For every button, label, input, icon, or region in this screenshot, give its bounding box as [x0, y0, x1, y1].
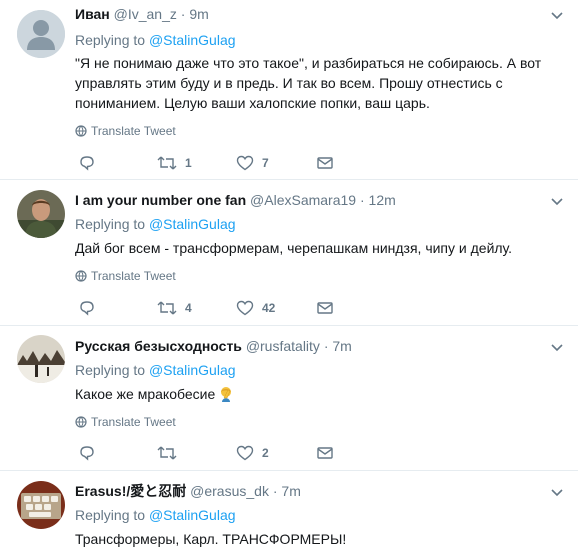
separator-dot: · — [323, 338, 329, 354]
display-name[interactable]: Erasus!/愛と忍耐 — [75, 483, 186, 499]
translate-tweet-link[interactable]: Translate Tweet — [75, 414, 176, 430]
like-count: 7 — [262, 156, 269, 170]
replying-to: Replying to @StalinGulag — [75, 505, 236, 525]
globe-icon — [75, 270, 87, 282]
tweet-header: Иван @Iv_an_z · 9m — [75, 4, 209, 24]
translate-label: Translate Tweet — [91, 269, 176, 283]
reply-icon — [80, 301, 94, 316]
display-name[interactable]: I am your number one fan — [75, 192, 246, 208]
avatar[interactable] — [17, 190, 65, 238]
retweet-count: 1 — [185, 156, 192, 170]
replying-to: Replying to @StalinGulag — [75, 30, 236, 50]
replying-to-label: Replying to — [75, 216, 146, 232]
translate-label: Translate Tweet — [91, 124, 176, 138]
tweet-text: Трансформеры, Карл. ТРАНСФОРМЕРЫ! — [75, 531, 347, 547]
heart-icon — [236, 155, 254, 171]
separator-dot: · — [180, 6, 186, 22]
tweet[interactable]: Иван @Iv_an_z · 9m Replying to @StalinGu… — [0, 0, 578, 180]
reply-mention-link[interactable]: @StalinGulag — [149, 507, 236, 523]
heart-icon — [236, 445, 254, 461]
retweet-icon — [157, 156, 177, 170]
avatar[interactable] — [17, 335, 65, 383]
tweet-text: Какое же мракобесие — [75, 384, 564, 404]
reply-mention-link[interactable]: @StalinGulag — [149, 216, 236, 232]
tweet[interactable]: Русская безысходность @rusfatality · 7m … — [0, 326, 578, 471]
like-button[interactable]: 42 — [236, 298, 275, 318]
facepalm-emoji — [221, 387, 232, 402]
tweet[interactable]: Erasus!/愛と忍耐 @erasus_dk · 7m Replying to… — [0, 471, 578, 555]
tweet-actions: 4 42 — [75, 298, 345, 318]
tweet-actions: 1 7 — [75, 153, 345, 173]
profile-photo — [17, 190, 65, 238]
like-button[interactable]: 7 — [236, 153, 269, 173]
like-count: 2 — [262, 446, 269, 460]
retweet-icon — [157, 446, 177, 460]
reply-button[interactable] — [78, 443, 96, 463]
reply-icon — [80, 446, 94, 461]
reply-button[interactable] — [78, 153, 96, 173]
user-handle[interactable]: @AlexSamara19 — [250, 192, 356, 208]
retweet-button[interactable] — [157, 443, 177, 463]
envelope-icon — [317, 302, 333, 314]
direct-message-button[interactable] — [317, 153, 333, 173]
tweet-actions: 2 — [75, 443, 345, 463]
envelope-icon — [317, 157, 333, 169]
display-name[interactable]: Русская безысходность — [75, 338, 242, 354]
display-name[interactable]: Иван — [75, 6, 110, 22]
retweet-count: 4 — [185, 301, 192, 315]
avatar[interactable] — [17, 481, 65, 529]
chevron-down-icon[interactable] — [550, 194, 564, 208]
retweet-button[interactable]: 1 — [157, 153, 192, 173]
avatar[interactable] — [17, 10, 65, 58]
profile-photo — [17, 335, 65, 383]
user-handle[interactable]: @erasus_dk — [190, 483, 269, 499]
chevron-down-icon[interactable] — [550, 8, 564, 22]
heart-icon — [236, 300, 254, 316]
chevron-down-icon[interactable] — [550, 485, 564, 499]
globe-icon — [75, 125, 87, 137]
tweet-header: Erasus!/愛と忍耐 @erasus_dk · 7m — [75, 481, 301, 501]
user-handle[interactable]: @rusfatality — [246, 338, 320, 354]
replying-to: Replying to @StalinGulag — [75, 360, 236, 380]
profile-photo — [17, 481, 65, 529]
like-button[interactable]: 2 — [236, 443, 269, 463]
translate-label: Translate Tweet — [91, 415, 176, 429]
tweet-text: "Я не понимаю даже что это такое", и раз… — [75, 55, 542, 111]
chevron-down-icon[interactable] — [550, 340, 564, 354]
reply-icon — [80, 156, 94, 171]
replying-to-label: Replying to — [75, 507, 146, 523]
retweet-button[interactable]: 4 — [157, 298, 192, 318]
tweet-header: Русская безысходность @rusfatality · 7m — [75, 336, 352, 356]
timestamp[interactable]: 9m — [189, 6, 208, 22]
globe-icon — [75, 416, 87, 428]
separator-dot: · — [359, 192, 365, 208]
envelope-icon — [317, 447, 333, 459]
reply-button[interactable] — [78, 298, 96, 318]
retweet-icon — [157, 301, 177, 315]
timestamp[interactable]: 7m — [332, 338, 351, 354]
direct-message-button[interactable] — [317, 298, 333, 318]
translate-tweet-link[interactable]: Translate Tweet — [75, 268, 176, 284]
reply-mention-link[interactable]: @StalinGulag — [149, 362, 236, 378]
timestamp[interactable]: 7m — [281, 483, 300, 499]
tweet-text-content: Какое же мракобесие — [75, 386, 216, 402]
default-avatar-icon — [17, 10, 65, 58]
direct-message-button[interactable] — [317, 443, 333, 463]
replying-to-label: Replying to — [75, 362, 146, 378]
reply-mention-link[interactable]: @StalinGulag — [149, 32, 236, 48]
separator-dot: · — [272, 483, 278, 499]
replying-to-label: Replying to — [75, 32, 146, 48]
tweet-header: I am your number one fan @AlexSamara19 ·… — [75, 190, 396, 210]
translate-tweet-link[interactable]: Translate Tweet — [75, 123, 176, 139]
timestamp[interactable]: 12m — [369, 192, 396, 208]
replying-to: Replying to @StalinGulag — [75, 214, 236, 234]
tweet-text: Дай бог всем - трансформерам, черепашкам… — [75, 240, 513, 256]
tweet[interactable]: I am your number one fan @AlexSamara19 ·… — [0, 180, 578, 326]
user-handle[interactable]: @Iv_an_z — [114, 6, 177, 22]
like-count: 42 — [262, 301, 276, 315]
